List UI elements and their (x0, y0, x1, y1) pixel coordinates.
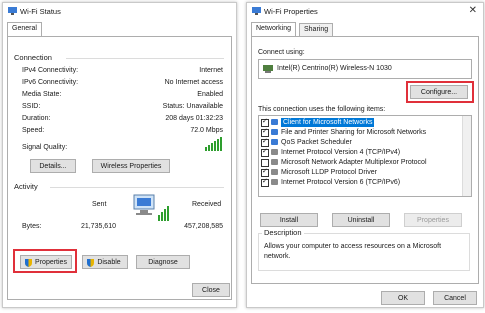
wifi-status-window: Wi-Fi Status General Connection IPv4 Con… (2, 2, 237, 308)
ipv4-label: IPv4 Connectivity: (22, 67, 79, 74)
title-bar: Wi-Fi Properties ✕ (247, 3, 483, 20)
bytes-sent-value: 21,735,610 (80, 223, 116, 230)
signal-quality-label: Signal Quality: (22, 144, 68, 151)
ok-button[interactable]: OK (381, 291, 425, 305)
network-client-icon (271, 129, 278, 135)
speed-label: Speed: (22, 127, 45, 134)
signal-bars-icon (205, 137, 222, 151)
tab-sharing[interactable]: Sharing (299, 23, 334, 36)
received-label: Received (192, 201, 222, 208)
close-icon[interactable]: ✕ (469, 5, 477, 16)
sent-label: Sent (92, 201, 107, 208)
network-protocol-icon (271, 169, 278, 175)
duration-value: 208 days 01:32:23 (165, 115, 223, 122)
uninstall-button[interactable]: Uninstall (332, 213, 390, 227)
media-state-label: Media State: (22, 91, 62, 98)
cancel-button[interactable]: Cancel (433, 291, 477, 305)
checkbox[interactable] (261, 159, 269, 167)
ipv6-value: No Internet access (164, 79, 223, 86)
ssid-value: Status: Unavailable (162, 103, 223, 110)
window-title: Wi-Fi Status (20, 7, 61, 16)
checkbox[interactable] (261, 147, 269, 157)
items-list[interactable]: Client for Microsoft Networks File and P… (258, 115, 472, 197)
window-title: Wi-Fi Properties (264, 7, 318, 16)
checkbox[interactable] (261, 167, 269, 177)
item-properties-button[interactable]: Properties (404, 213, 462, 227)
description-label: Description (262, 228, 304, 237)
network-icon (252, 7, 261, 15)
ipv4-value: Internet (199, 67, 223, 74)
tab-networking[interactable]: Networking (251, 22, 297, 37)
install-button[interactable]: Install (260, 213, 318, 227)
bytes-label: Bytes: (22, 223, 42, 230)
adapter-box: Intel(R) Centrino(R) Wireless-N 1030 (258, 59, 472, 79)
description-text: Allows your computer to access resources… (264, 243, 442, 260)
network-service-icon (271, 139, 278, 145)
ipv6-label: IPv6 Connectivity: (22, 79, 79, 86)
activity-label: Activity (14, 182, 38, 191)
media-state-value: Enabled (197, 91, 223, 98)
network-protocol-icon (271, 159, 278, 165)
checkbox[interactable] (261, 177, 269, 187)
checkbox[interactable] (261, 137, 269, 147)
network-protocol-icon (271, 149, 278, 155)
adapter-icon (263, 65, 273, 73)
divider (50, 187, 224, 188)
checkbox[interactable] (261, 127, 269, 137)
details-button[interactable]: Details... (30, 159, 76, 173)
wireless-properties-button[interactable]: Wireless Properties (92, 159, 170, 173)
tab-general[interactable]: General (7, 22, 42, 37)
highlight-box (13, 249, 77, 273)
adapter-name: Intel(R) Centrino(R) Wireless-N 1030 (277, 65, 392, 72)
title-bar: Wi-Fi Status (3, 3, 236, 20)
connection-label: Connection (14, 53, 52, 62)
highlight-box (406, 81, 474, 103)
ssid-label: SSID: (22, 103, 41, 110)
bytes-received-value: 457,208,585 (184, 223, 223, 230)
disable-button-label: Disable (97, 259, 121, 266)
wifi-properties-window: Wi-Fi Properties ✕ Networking Sharing Co… (246, 2, 484, 308)
scrollbar[interactable] (462, 116, 471, 196)
duration-label: Duration: (22, 115, 51, 122)
shield-icon (87, 259, 94, 267)
divider (66, 58, 224, 59)
speed-value: 72.0 Mbps (190, 127, 223, 134)
diagnose-button[interactable]: Diagnose (136, 255, 190, 269)
networking-panel: Connect using: Intel(R) Centrino(R) Wire… (251, 36, 479, 284)
network-activity-icon (133, 194, 169, 221)
network-icon (8, 7, 17, 15)
checkbox[interactable] (261, 117, 269, 127)
disable-button[interactable]: Disable (82, 255, 128, 269)
connect-using-label: Connect using: (258, 49, 305, 56)
close-button[interactable]: Close (192, 283, 230, 297)
network-protocol-icon (271, 179, 278, 185)
items-label: This connection uses the following items… (258, 106, 386, 113)
network-client-icon (271, 119, 278, 125)
